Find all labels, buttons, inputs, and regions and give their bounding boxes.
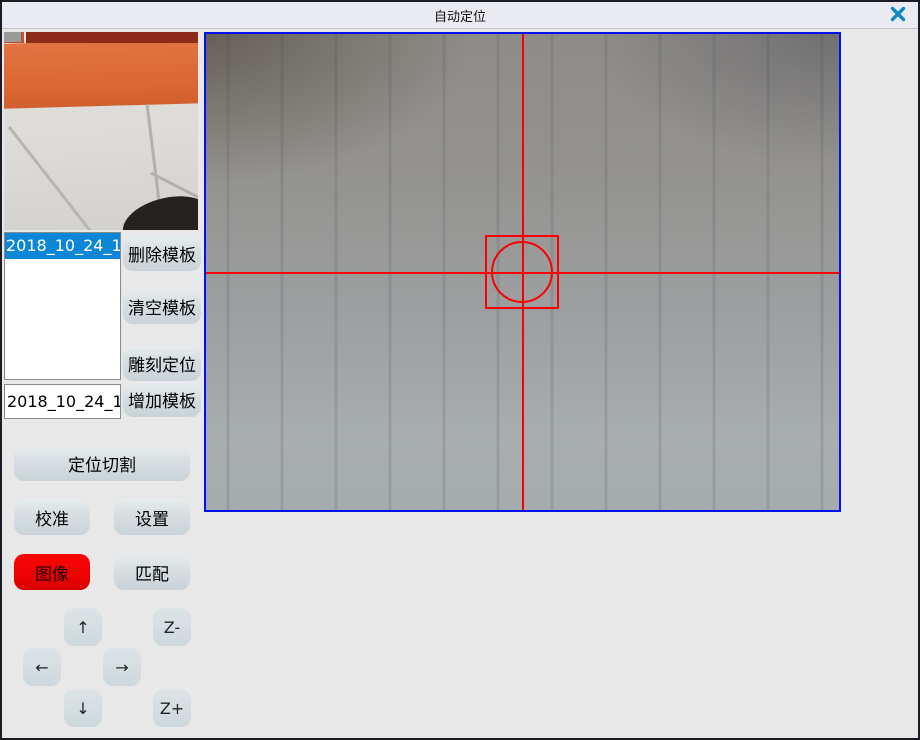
thumbnail-grout-line-a	[8, 126, 103, 230]
calibrate-button[interactable]: 校准	[14, 499, 90, 535]
thumbnail-gray-patch	[4, 32, 21, 42]
template-name-input[interactable]	[4, 384, 121, 419]
template-list[interactable]: 2018_10_24_11	[4, 232, 121, 380]
delete-template-button[interactable]: 删除模板	[123, 236, 201, 271]
jog-up-button[interactable]: ↑	[64, 608, 102, 646]
jog-z-plus-button[interactable]: Z+	[153, 689, 191, 727]
titlebar: 自动定位	[2, 2, 918, 29]
template-thumbnail-image	[4, 32, 198, 230]
jog-left-button[interactable]: ←	[23, 648, 61, 686]
camera-view[interactable]	[204, 32, 841, 512]
dialog-title: 自动定位	[434, 6, 486, 25]
jog-down-button[interactable]: ↓	[64, 689, 102, 727]
clear-templates-button[interactable]: 清空模板	[123, 289, 201, 324]
image-button[interactable]: 图像	[14, 554, 90, 590]
engrave-position-button[interactable]: 雕刻定位	[123, 346, 201, 381]
settings-button[interactable]: 设置	[114, 499, 190, 535]
thumbnail-darkred-bar	[26, 32, 198, 43]
jog-z-minus-button[interactable]: Z-	[153, 608, 191, 646]
close-button[interactable]	[886, 5, 910, 26]
close-icon	[890, 6, 906, 25]
thumbnail-grout-line-b	[146, 104, 162, 209]
match-button[interactable]: 匹配	[114, 554, 190, 590]
position-cut-button[interactable]: 定位切割	[14, 446, 190, 481]
add-template-button[interactable]: 增加模板	[123, 382, 201, 417]
roi-circle	[491, 241, 553, 303]
template-list-item[interactable]: 2018_10_24_11	[5, 233, 120, 259]
jog-right-button[interactable]: →	[103, 648, 141, 686]
thumbnail-orange-band	[4, 38, 198, 109]
auto-position-dialog: 自动定位 2018_10_24_11 删除模板 清空模板 雕刻定位 增加模板 定…	[0, 0, 920, 740]
